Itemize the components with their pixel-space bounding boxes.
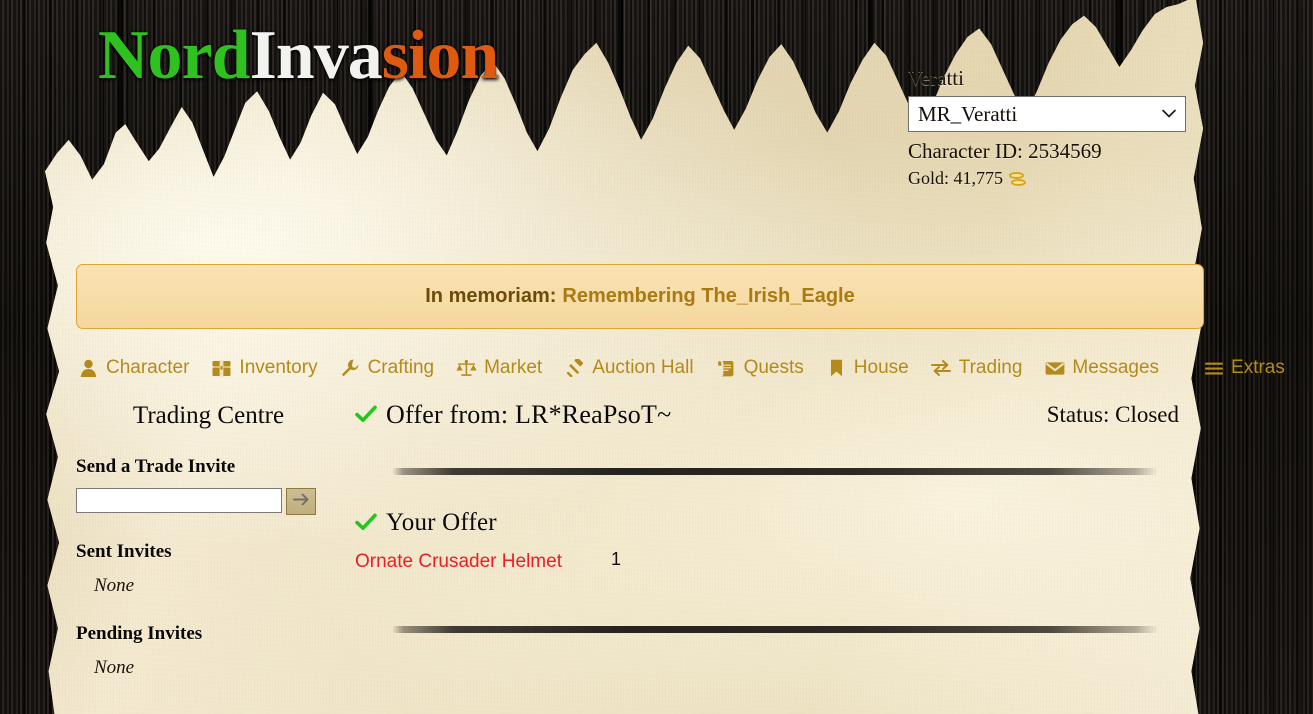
nav-label-messages: Messages (1072, 357, 1160, 378)
trading-sidebar: Trading Centre Send a Trade Invite Sent … (76, 390, 341, 679)
your-offer-title: Your Offer (386, 509, 497, 536)
offer-item-name[interactable]: Ornate Crusader Helmet (355, 549, 595, 574)
trade-status: Status: Closed (1046, 402, 1179, 427)
sent-invites-empty: None (94, 575, 135, 596)
logo-text-inva: Inva (249, 17, 383, 94)
memoriam-prefix: In memoriam: (425, 285, 557, 307)
pending-invites-heading: Pending Invites (76, 623, 203, 644)
main-content: Trading Centre Send a Trade Invite Sent … (0, 390, 1313, 714)
nav-item-messages[interactable]: Messages (1044, 357, 1159, 379)
offer-item-quantity: 1 (611, 549, 622, 569)
wrench-icon (340, 358, 361, 379)
user-icon (78, 358, 99, 379)
your-offer-header: Your Offer (355, 509, 1195, 537)
memoriam-banner: In memoriam: Remembering The_Irish_Eagle (76, 264, 1204, 329)
nav-label-character: Character (106, 357, 190, 378)
logo-text-sion: sion (381, 17, 500, 94)
gold-amount-row: Gold: 41,775 (908, 168, 1208, 189)
check-icon (355, 405, 377, 425)
nav-label-extras: Extras (1231, 357, 1285, 378)
offer-item-row: Ornate Crusader Helmet 1 (355, 549, 1195, 574)
gold-amount-label: Gold: 41,775 (908, 168, 1004, 188)
scroll-icon (716, 358, 737, 379)
page-header: NordInvasion Veratti MR_Veratti Characte… (0, 0, 1313, 240)
nav-label-auction-hall: Auction Hall (592, 357, 694, 378)
gavel-icon (564, 358, 585, 379)
section-divider-bottom (392, 626, 1158, 634)
exchange-icon (931, 358, 952, 379)
nav-label-trading: Trading (958, 357, 1023, 378)
check-icon (355, 513, 377, 533)
your-offer-section: Your Offer Ornate Crusader Helmet 1 (355, 509, 1195, 574)
character-select-value: MR_Veratti (918, 101, 1018, 126)
character-select[interactable]: MR_Veratti (908, 96, 1186, 132)
user-info-panel: Veratti MR_Veratti Character ID: 2534569… (908, 66, 1208, 189)
nav-label-quests: Quests (743, 357, 804, 378)
memoriam-link[interactable]: Remembering The_Irish_Eagle (562, 285, 854, 308)
main-navigation: Character Inventory Crafting Market Auct (78, 352, 1285, 384)
character-id: Character ID: 2534569 (908, 139, 1102, 163)
chest-icon (211, 358, 232, 379)
nav-label-market: Market (484, 357, 543, 378)
sidebar-title: Trading Centre (132, 402, 285, 429)
pending-invites-empty: None (94, 657, 135, 678)
trade-invite-input[interactable] (76, 488, 282, 513)
send-invite-form (76, 488, 341, 515)
coin-stack-icon (1009, 171, 1027, 187)
nav-label-house: House (853, 357, 909, 378)
chevron-down-icon (1162, 106, 1176, 122)
send-invite-heading: Send a Trade Invite (76, 456, 236, 477)
send-invite-button[interactable] (286, 488, 316, 515)
sent-invites-heading: Sent Invites (76, 541, 172, 562)
nav-item-house[interactable]: House (826, 357, 909, 379)
nav-item-trading[interactable]: Trading (931, 357, 1023, 379)
arrow-right-icon (292, 493, 310, 511)
nav-item-market[interactable]: Market (456, 357, 542, 379)
game-page: NordInvasion Veratti MR_Veratti Characte… (0, 0, 1313, 714)
nav-label-inventory: Inventory (239, 357, 318, 378)
hamburger-icon (1203, 358, 1224, 379)
envelope-icon (1044, 358, 1065, 379)
balance-scale-icon (456, 358, 477, 379)
nav-item-inventory[interactable]: Inventory (211, 357, 318, 379)
trade-offers-panel: Offer from: LR*ReaPsoT~ Status: Closed Y… (355, 390, 1195, 634)
offer-from-title: Offer from: LR*ReaPsoT~ (386, 400, 672, 429)
bookmark-icon (826, 358, 847, 379)
nav-item-auction-hall[interactable]: Auction Hall (564, 357, 694, 379)
nav-item-character[interactable]: Character (78, 357, 189, 379)
nav-label-crafting: Crafting (367, 357, 435, 378)
nav-item-extras[interactable]: Extras (1203, 357, 1285, 379)
account-name: Veratti (908, 66, 964, 90)
nav-item-crafting[interactable]: Crafting (340, 357, 435, 379)
site-logo[interactable]: NordInvasion (98, 16, 500, 96)
section-divider-top (392, 468, 1158, 475)
logo-text-nord: Nord (98, 17, 251, 94)
nav-item-quests[interactable]: Quests (716, 357, 804, 379)
